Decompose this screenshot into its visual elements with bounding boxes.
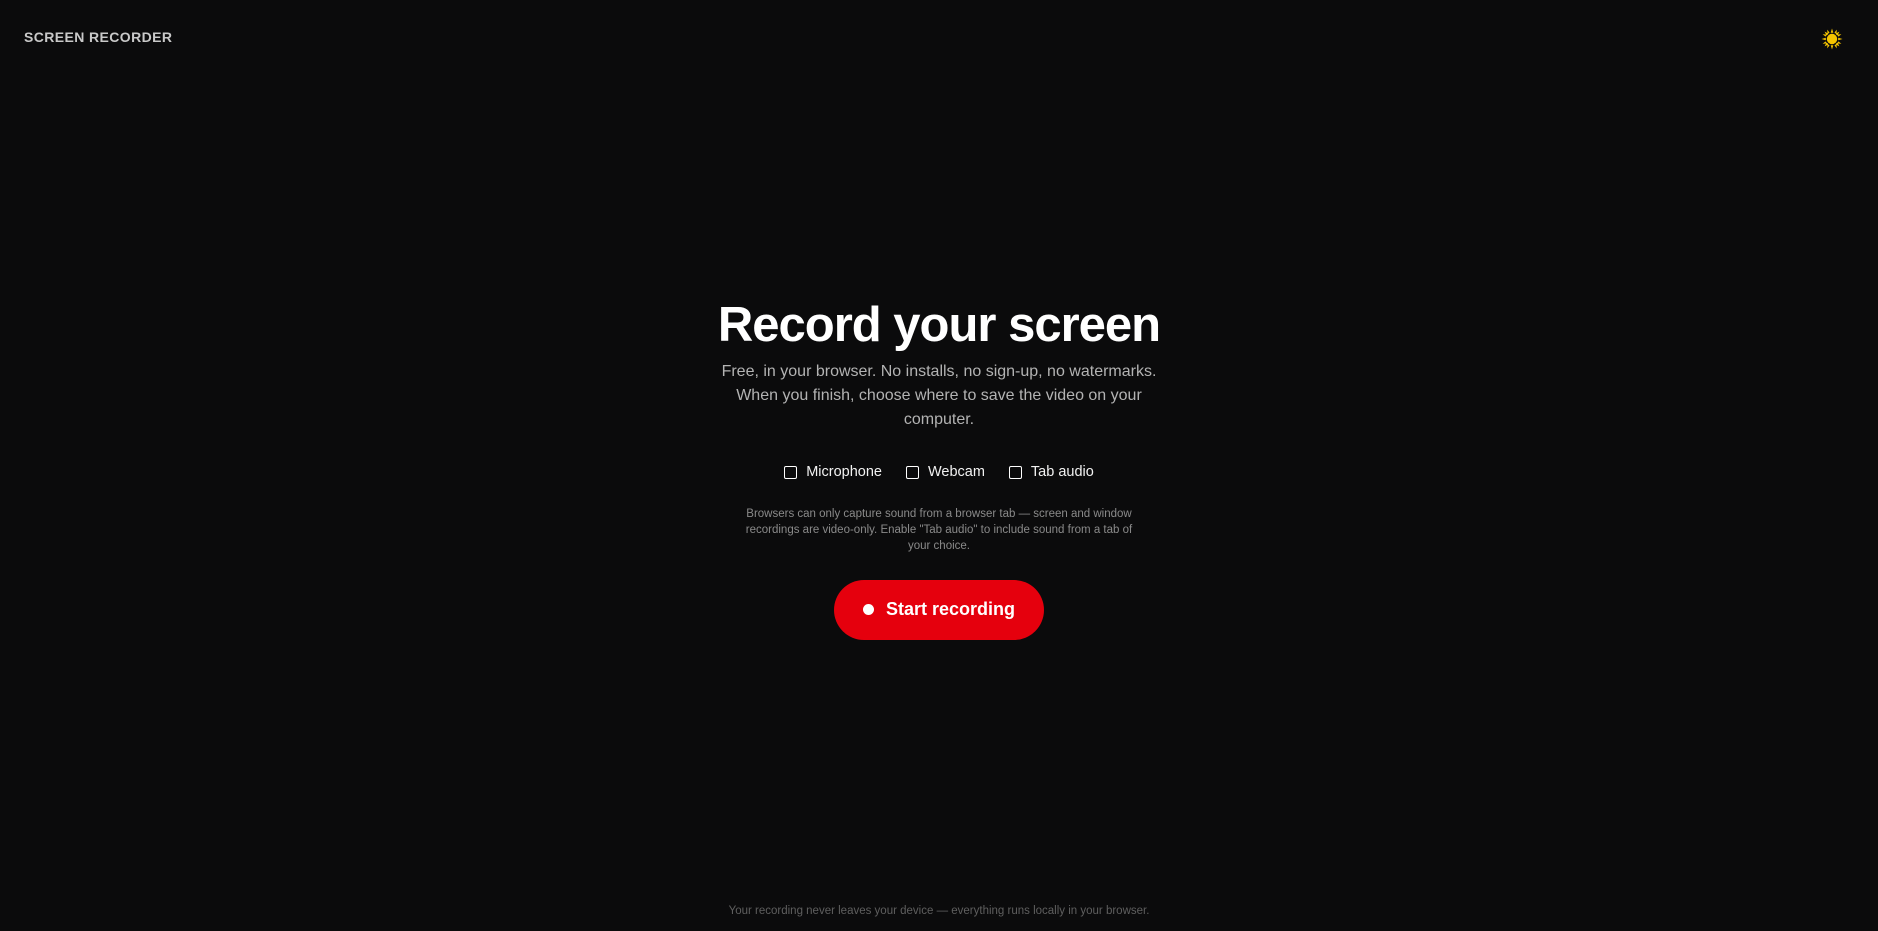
tab-audio-label: Tab audio: [1030, 464, 1094, 480]
webcam-checkbox[interactable]: [905, 465, 919, 479]
webcam-label: Webcam: [927, 464, 985, 480]
page: SCREEN RECORDER Record your screen Free,…: [0, 0, 1878, 931]
audio-note: Browsers can only capture sound from a b…: [745, 508, 1133, 552]
tab-audio-checkbox[interactable]: [1008, 465, 1022, 479]
privacy-footer: Your recording never leaves your device …: [728, 905, 1150, 917]
page-subtitle: Free, in your browser. No installs, no s…: [721, 363, 1157, 428]
microphone-checkbox[interactable]: [784, 465, 798, 479]
recording-options: Microphone Webcam Tab audio: [784, 464, 1094, 480]
record-dot-icon: [862, 604, 874, 615]
option-tab-audio[interactable]: Tab audio: [1008, 464, 1094, 480]
option-webcam[interactable]: Webcam: [905, 464, 985, 480]
microphone-label: Microphone: [806, 464, 882, 480]
theme-toggle-button[interactable]: [1821, 28, 1843, 50]
brand-title: SCREEN RECORDER: [24, 29, 173, 45]
header: SCREEN RECORDER: [0, 0, 1878, 76]
page-title: Record your screen: [717, 298, 1161, 352]
main-content: Record your screen Free, in your browser…: [0, 296, 1878, 640]
start-recording-button[interactable]: Start recording: [834, 579, 1044, 640]
option-microphone[interactable]: Microphone: [784, 464, 882, 480]
sun-icon: [1821, 28, 1843, 50]
start-recording-label: Start recording: [885, 599, 1016, 619]
